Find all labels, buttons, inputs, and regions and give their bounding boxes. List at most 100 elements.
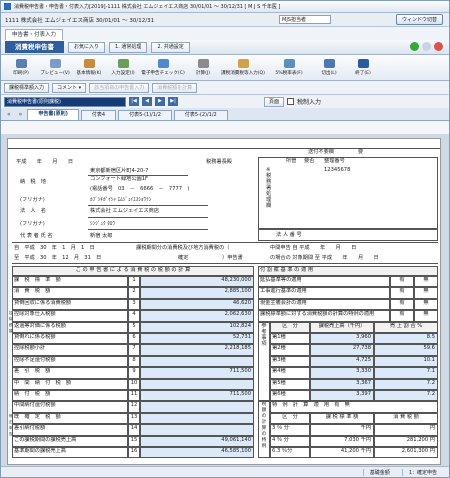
calc-row-no: 7 (128, 344, 140, 356)
tab-appendix-4[interactable]: 付表4 (80, 110, 117, 120)
calc-row-no: 14 (128, 424, 140, 436)
period-kind-value[interactable]: 確定 (178, 255, 188, 261)
tax-form: 平成 年 月 日 税務署長殿 納 税 地 東京都新宿区片町4-20-7 コンフォ… (7, 138, 441, 465)
basic-info-button[interactable]: 基本情報(K) (72, 56, 106, 80)
compute-tax-button[interactable]: 消費税額を計算 (152, 82, 198, 93)
rep-value[interactable]: 新宿 太郎 (90, 233, 112, 239)
period-kind-label: 課税期間分の消費税及び地方消費税の（ (136, 245, 230, 251)
corp-value[interactable]: 株式会社 エムジェイエス商店 (90, 208, 159, 214)
e-tax-check-button[interactable]: 電子申告チェック(C) (140, 56, 186, 80)
comment-button[interactable]: コメント ▾ (52, 82, 87, 93)
option-yes[interactable]: 有 (390, 287, 414, 299)
biz-ratio[interactable]: 10.1 (374, 355, 438, 368)
item-input-button[interactable]: 該当項目の申告書入力 (89, 82, 150, 93)
calc-row-value[interactable] (140, 378, 254, 390)
app-icon (4, 3, 11, 10)
calc-row-value[interactable]: 711,500 (140, 390, 254, 402)
mus-user-field[interactable]: MJS担当者 (279, 15, 331, 24)
print-button[interactable]: 印刷(P) (4, 56, 38, 80)
furigana-label: (フリガナ) (20, 197, 45, 203)
option-yes[interactable]: 有 (390, 310, 414, 322)
calc-row-value[interactable]: 52,731 (140, 333, 254, 345)
calc-row-value[interactable]: 2,062,630 (140, 310, 254, 322)
window-switch-button[interactable]: ウィンドウ切替 (395, 14, 443, 25)
rate-tax[interactable]: 281,200 円 (374, 435, 438, 447)
calc-row-value[interactable]: 48,230,000 (140, 276, 254, 288)
furigana-value[interactable]: ｶﾌﾞｼｷｶﾞｲｼｬ ｴﾑｼﾞｪｲｴｽｼｮｳﾃﾝ (90, 197, 151, 203)
option-no[interactable]: 無 (414, 310, 438, 322)
calc-row-value[interactable] (140, 401, 254, 413)
divider (88, 229, 208, 230)
scroll-left-icon[interactable]: « (4, 111, 14, 118)
mid-period-to: の場合の 対象期間 至 平成 年 月 日 (270, 255, 379, 261)
exit-button[interactable]: 終了(E) (346, 56, 380, 80)
option-yes[interactable]: 有 (390, 276, 414, 288)
rate-table-button[interactable]: 5%税率表(F) (266, 56, 312, 80)
calculate-button[interactable]: 計算(J) (186, 56, 220, 80)
calc-row-value[interactable]: 102,824 (140, 321, 254, 333)
calc-row-value[interactable] (140, 412, 254, 425)
biz-ratio[interactable]: 8.5 (374, 333, 438, 345)
rate-base[interactable]: 7,030 千円 (310, 435, 374, 447)
tax-input-button[interactable]: 課税消費税等入力(Q) (220, 56, 266, 80)
calc-row-value[interactable]: 2,885,100 (140, 287, 254, 299)
tab-main-form[interactable]: 申告書(原則) (27, 109, 79, 120)
shared-settings-button[interactable]: 2. 共通設定 (151, 41, 190, 53)
biz-ratio[interactable]: 59.6 (374, 344, 438, 356)
biz-sales[interactable]: 27,738 (310, 344, 374, 356)
calc-row-value[interactable]: 46,620 (140, 298, 254, 311)
favorites-button[interactable]: お気に入り (68, 41, 106, 53)
tab-appendix-5-2[interactable]: 付表5-(2)/1/2 (173, 110, 228, 120)
rate-base[interactable]: 千円 (310, 424, 374, 436)
calc-row-value[interactable]: 711,500 (140, 367, 254, 379)
last-page-button[interactable]: ▶| (168, 97, 178, 106)
biz-kind: 第5種 (270, 378, 310, 390)
cut-out-button[interactable]: 切出(L) (312, 56, 346, 80)
calc-row-value[interactable]: 2,218,185 (140, 344, 254, 356)
address-value[interactable]: 東京都新宿区片町4-20-7 (90, 168, 148, 174)
calc-row-value[interactable] (140, 355, 254, 368)
option-no[interactable]: 無 (414, 287, 438, 299)
biz-ratio[interactable]: 7.1 (374, 367, 438, 379)
biz-sales[interactable]: 3,397 (310, 390, 374, 402)
close-icon[interactable] (434, 42, 443, 51)
option-no[interactable]: 無 (414, 298, 438, 311)
biz-sales[interactable]: 4,725 (310, 355, 374, 368)
calc-row-value[interactable]: 46,585,100 (140, 447, 254, 459)
phone-value[interactable]: (電話番号 03 － 6666 － 7777 ) (90, 186, 189, 192)
tab-declaration-input[interactable]: 申告書・付表入力 (5, 29, 64, 40)
calc-row-label: 貸倒回収に係る消費税額 (12, 298, 128, 311)
normal-process-button[interactable]: 1. 通常処理 (109, 41, 148, 53)
rep-label: 代 表 者 氏 名 (20, 233, 53, 239)
calc-row-no: 4 (128, 310, 140, 322)
option-no[interactable]: 無 (414, 276, 438, 288)
biz-sales[interactable]: 3,367 (310, 378, 374, 390)
next-page-button[interactable]: ▶ (155, 97, 165, 106)
page-button[interactable]: 頁面 (264, 96, 285, 107)
biz-sales[interactable]: 3,960 (310, 333, 374, 345)
help-icon[interactable] (422, 42, 431, 51)
seiri-value[interactable]: 12345678 (324, 167, 350, 173)
form-select[interactable]: 消費税申告書(原則課税) (4, 96, 126, 107)
biz-ratio[interactable]: 7.2 (374, 378, 438, 390)
preview-button[interactable]: プレビュー(V) (38, 56, 72, 80)
biz-ratio[interactable]: 7.2 (374, 390, 438, 402)
biz-sales[interactable]: 3,330 (310, 367, 374, 379)
first-page-button[interactable]: |◀ (129, 97, 139, 106)
tax-base-input-button[interactable]: 課税標準額入力 (4, 82, 50, 93)
scroll-right-icon[interactable]: » (16, 111, 26, 118)
prev-page-button[interactable]: ◀ (142, 97, 152, 106)
tab-appendix-5-1[interactable]: 付表5-(1)/1/2 (118, 110, 172, 120)
tax-adjust-checkbox[interactable] (287, 98, 295, 105)
send-value[interactable]: 要 (358, 149, 363, 155)
rate-tax[interactable]: 2,601,300 円 (374, 447, 438, 459)
rate-tax[interactable]: 円 (374, 424, 438, 436)
rate-base[interactable]: 41,200 千円 (310, 447, 374, 459)
input-settings-button[interactable]: 入力設定(I) (106, 56, 140, 80)
option-yes[interactable]: 有 (390, 298, 414, 311)
calc-row-label: 課 税 標 準 額 (12, 276, 128, 288)
calc-row-value[interactable]: 49,061,140 (140, 435, 254, 447)
calc-row-value[interactable] (140, 424, 254, 436)
furigana2-value[interactable]: ｼﾝｼﾞｭｸ ﾀﾛｳ (90, 221, 115, 227)
address2-value[interactable]: コンフォート緑地公園1F (90, 176, 148, 182)
